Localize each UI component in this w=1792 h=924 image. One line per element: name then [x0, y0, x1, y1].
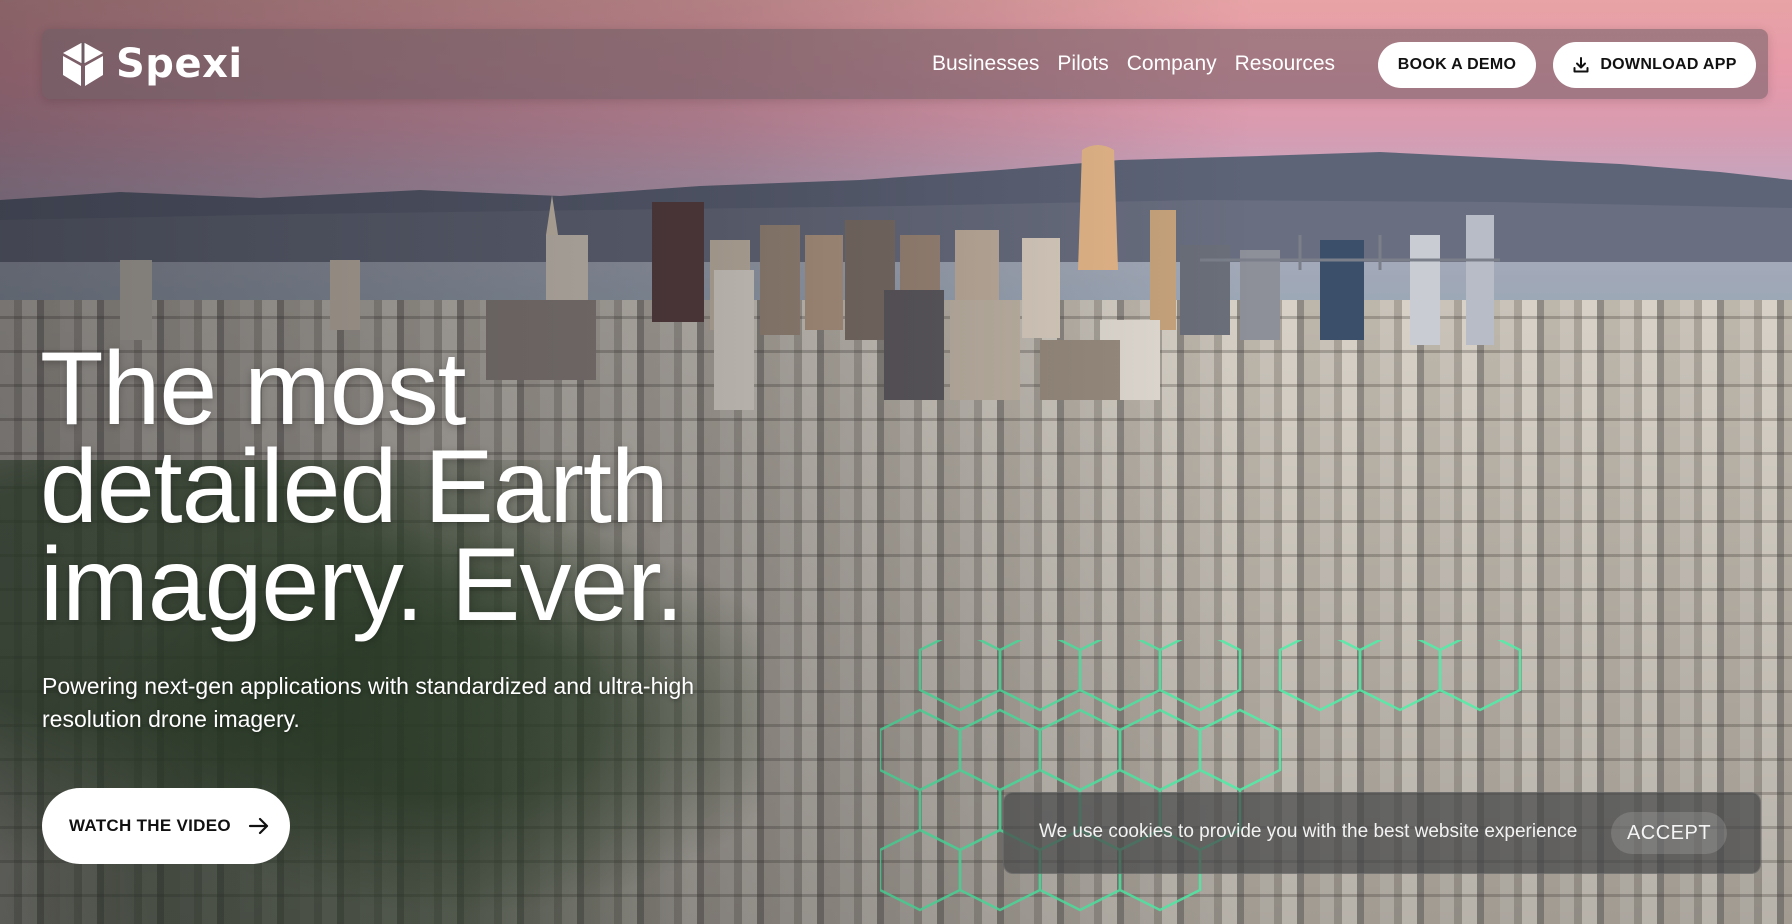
accept-cookies-button[interactable]: ACCEPT	[1611, 812, 1727, 854]
download-app-label: DOWNLOAD APP	[1600, 56, 1737, 73]
cube-icon	[63, 42, 103, 86]
hero-title-line: detailed Earth	[40, 429, 669, 545]
brand-name: Spexi	[116, 41, 243, 87]
download-icon	[1573, 57, 1589, 73]
nav-links: Businesses Pilots Company Resources	[932, 29, 1353, 99]
arrow-right-icon	[248, 817, 269, 835]
watch-video-button[interactable]: WATCH THE VIDEO	[42, 788, 290, 864]
book-demo-button[interactable]: BOOK A DEMO	[1378, 42, 1536, 88]
cookie-message: We use cookies to provide you with the b…	[1039, 821, 1578, 842]
nav-link-businesses[interactable]: Businesses	[932, 52, 1039, 76]
cookie-banner: We use cookies to provide you with the b…	[1003, 792, 1761, 874]
nav-link-pilots[interactable]: Pilots	[1057, 52, 1108, 76]
watch-video-label: WATCH THE VIDEO	[69, 816, 231, 835]
hero-title-line: The most	[40, 331, 466, 447]
accept-label: ACCEPT	[1626, 821, 1712, 844]
book-demo-label: BOOK A DEMO	[1397, 56, 1517, 73]
hero-title: The most detailed Earth imagery. Ever.	[40, 331, 740, 643]
nav-link-resources[interactable]: Resources	[1235, 52, 1335, 76]
download-app-button[interactable]: DOWNLOAD APP	[1553, 42, 1756, 88]
logo[interactable]: Spexi	[60, 40, 243, 88]
hero-subtitle: Powering next-gen applications with stan…	[42, 673, 695, 732]
top-navbar: Spexi Businesses Pilots Company Resource…	[42, 29, 1768, 99]
nav-link-company[interactable]: Company	[1127, 52, 1217, 76]
hero-title-line: imagery. Ever.	[40, 527, 684, 643]
